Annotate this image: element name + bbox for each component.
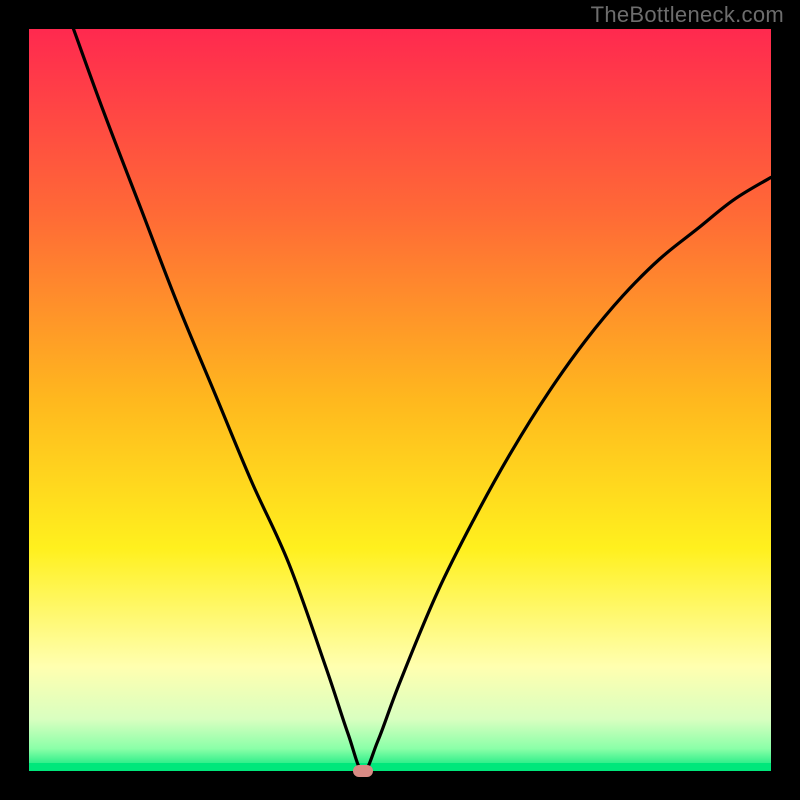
- bottleneck-curve: [29, 29, 771, 771]
- chart-frame: TheBottleneck.com: [0, 0, 800, 800]
- plot-area: [29, 29, 771, 771]
- optimum-marker: [353, 765, 373, 777]
- watermark-text: TheBottleneck.com: [591, 2, 784, 28]
